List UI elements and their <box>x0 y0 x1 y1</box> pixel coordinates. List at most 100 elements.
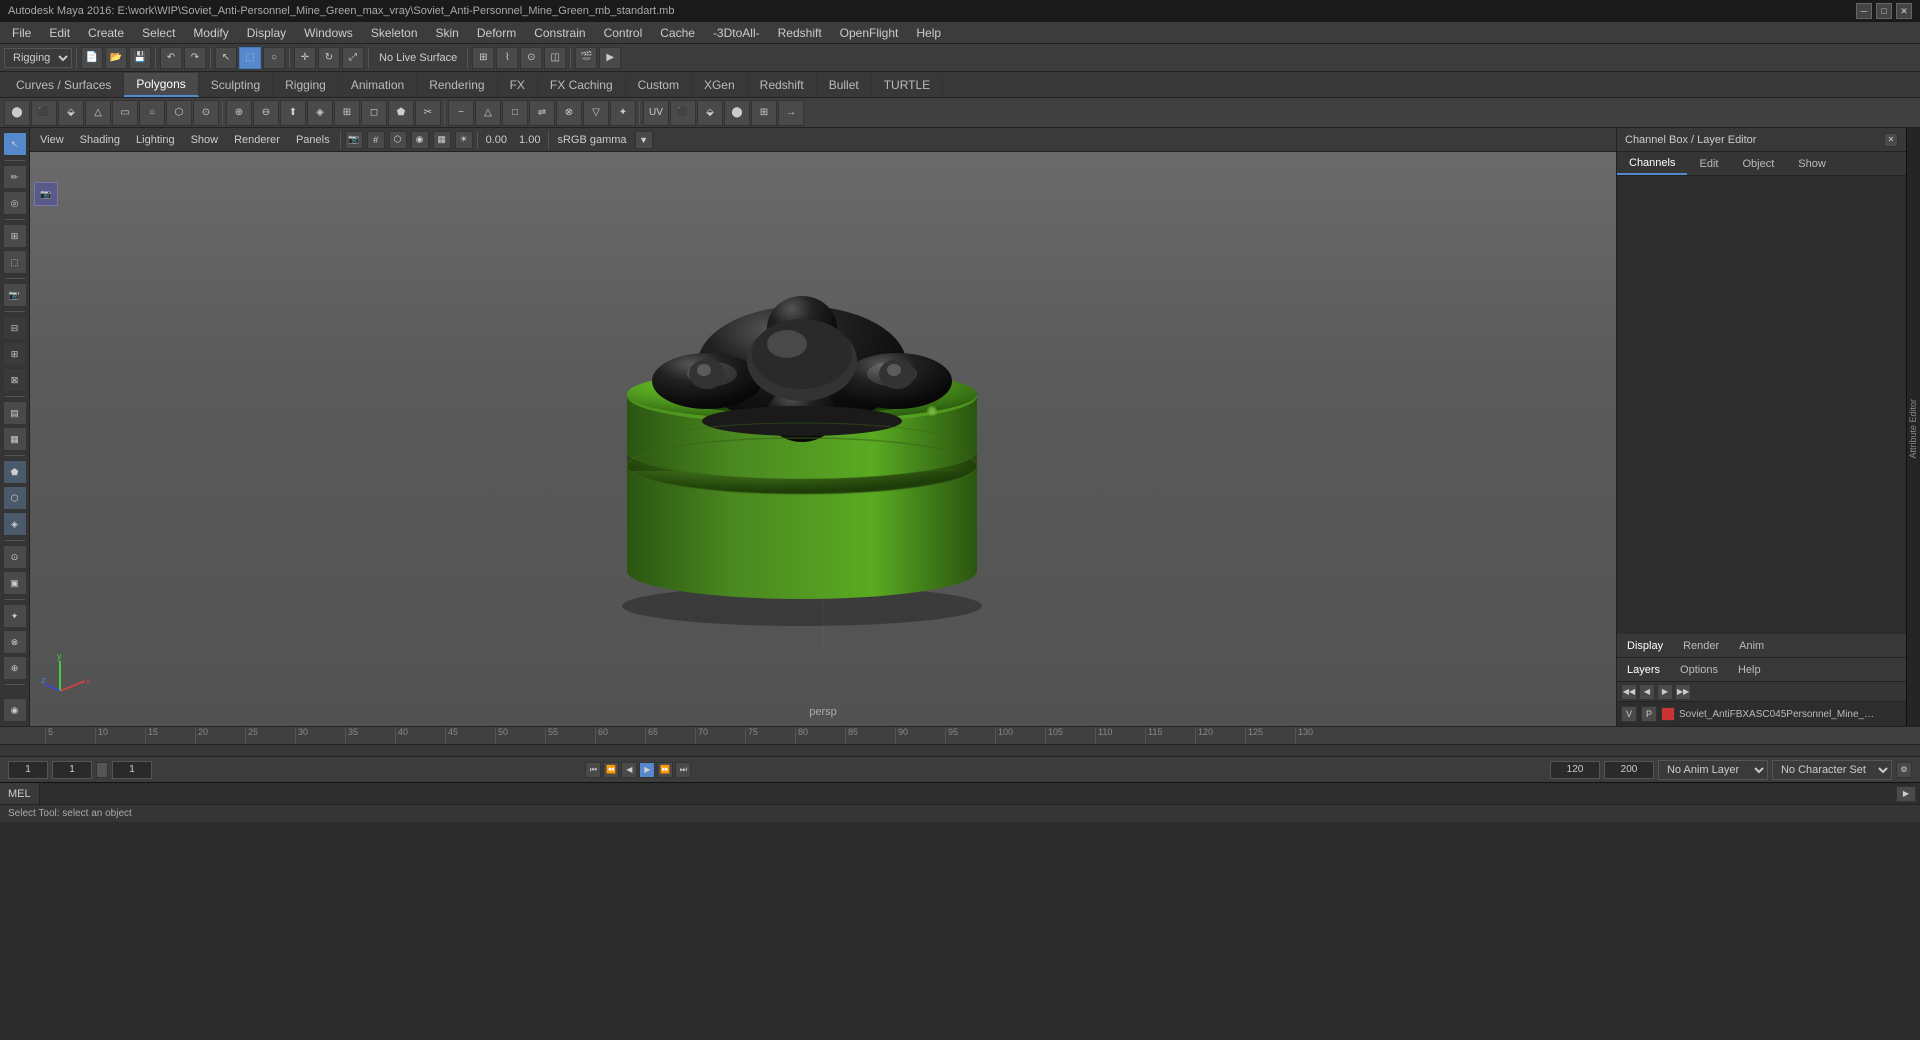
select-tool-left[interactable]: ↖ <box>3 132 27 156</box>
left-btn-h[interactable]: ◈ <box>3 512 27 536</box>
layer-nav-end[interactable]: ▶▶ <box>1675 684 1691 700</box>
menu-select[interactable]: Select <box>134 24 183 42</box>
left-btn-e[interactable]: ▦ <box>3 427 27 451</box>
range-end-input[interactable] <box>1550 761 1600 779</box>
menu-constrain[interactable]: Constrain <box>526 24 593 42</box>
vp-grid-btn[interactable]: # <box>367 131 385 149</box>
select-highlight-button[interactable]: ⬚ <box>239 47 261 69</box>
character-set-select[interactable]: No Character Set <box>1772 760 1892 780</box>
snap-curve-button[interactable]: ⌇ <box>496 47 518 69</box>
vp-menu-renderer[interactable]: Renderer <box>228 132 286 148</box>
vp-menu-shading[interactable]: Shading <box>74 132 126 148</box>
menu-openflight[interactable]: OpenFlight <box>832 24 907 42</box>
shelf-extrude[interactable]: ⬆ <box>280 100 306 126</box>
layer-playback[interactable]: P <box>1641 706 1657 722</box>
tab-xgen[interactable]: XGen <box>692 74 748 96</box>
left-btn-m[interactable]: ⊕ <box>3 656 27 680</box>
left-btn-a[interactable]: ⊟ <box>3 316 27 340</box>
shelf-bridge[interactable]: ⊞ <box>334 100 360 126</box>
scale-button[interactable]: ⤢ <box>342 47 364 69</box>
current-frame-input[interactable] <box>8 761 48 779</box>
left-btn-d[interactable]: ▤ <box>3 401 27 425</box>
left-btn-i[interactable]: ⊙ <box>3 545 27 569</box>
tab-custom[interactable]: Custom <box>626 74 692 96</box>
cmd-input-field[interactable] <box>40 783 1896 804</box>
shelf-spherical-map[interactable]: ⬤ <box>724 100 750 126</box>
tab-turtle[interactable]: TURTLE <box>872 74 943 96</box>
shelf-separate[interactable]: ⊖ <box>253 100 279 126</box>
panel-close-btn[interactable]: ✕ <box>1884 133 1898 147</box>
menu-control[interactable]: Control <box>596 24 651 42</box>
shelf-split[interactable]: ✂ <box>415 100 441 126</box>
shelf-cylindrical-map[interactable]: ⬙ <box>697 100 723 126</box>
play-forward-button[interactable]: ▶ <box>639 762 655 778</box>
shelf-cleanup[interactable]: ✦ <box>610 100 636 126</box>
undo-button[interactable]: ↶ <box>160 47 182 69</box>
menu-skin[interactable]: Skin <box>428 24 467 42</box>
rotate-button[interactable]: ↻ <box>318 47 340 69</box>
step-forward-button[interactable]: ⏩ <box>657 762 673 778</box>
layer-visibility[interactable]: V <box>1621 706 1637 722</box>
shelf-smooth[interactable]: ~ <box>448 100 474 126</box>
timeline-ruler[interactable]: 5101520253035404550556065707580859095100… <box>0 727 1920 745</box>
menu-file[interactable]: File <box>4 24 39 42</box>
shelf-fill-hole[interactable]: ◻ <box>361 100 387 126</box>
shelf-reduce[interactable]: ▽ <box>583 100 609 126</box>
left-btn-f[interactable]: ⬟ <box>3 460 27 484</box>
layer-nav-start[interactable]: ◀◀ <box>1621 684 1637 700</box>
render-button[interactable]: 🎬 <box>575 47 597 69</box>
preferences-button[interactable]: ⚙ <box>1896 762 1912 778</box>
camera-tool[interactable]: 📷 <box>3 283 27 307</box>
shelf-uv-editor[interactable]: UV <box>643 100 669 126</box>
menu-edit[interactable]: Edit <box>41 24 78 42</box>
cmd-exec-button[interactable]: ▶ <box>1896 786 1916 802</box>
redo-button[interactable]: ↷ <box>184 47 206 69</box>
shelf-cylinder[interactable]: ⬙ <box>58 100 84 126</box>
vp-light-btn[interactable]: ☀ <box>455 131 473 149</box>
save-scene-button[interactable]: 💾 <box>129 47 151 69</box>
menu-windows[interactable]: Windows <box>296 24 361 42</box>
left-btn-g[interactable]: ⬡ <box>3 486 27 510</box>
shelf-sphere[interactable]: ⬤ <box>4 100 30 126</box>
tab-rendering[interactable]: Rendering <box>417 74 497 96</box>
vp-smooth-btn[interactable]: ◉ <box>411 131 429 149</box>
shelf-quadrangulate[interactable]: □ <box>502 100 528 126</box>
tab-animation[interactable]: Animation <box>339 74 417 96</box>
new-scene-button[interactable]: 📄 <box>81 47 103 69</box>
layer-color-swatch[interactable] <box>1661 707 1675 721</box>
open-scene-button[interactable]: 📂 <box>105 47 127 69</box>
lt-tab-anim[interactable]: Anim <box>1729 636 1774 656</box>
left-btn-k[interactable]: ✦ <box>3 604 27 628</box>
rp-tab-channels[interactable]: Channels <box>1617 153 1687 175</box>
select-tool-button[interactable]: ↖ <box>215 47 237 69</box>
region-select[interactable]: ⬚ <box>3 250 27 274</box>
menu-modify[interactable]: Modify <box>185 24 236 42</box>
menu-3dtoall[interactable]: -3DtoAll- <box>705 24 768 42</box>
tab-bullet[interactable]: Bullet <box>817 74 872 96</box>
cmd-lang-label[interactable]: MEL <box>0 783 40 804</box>
shelf-plane[interactable]: ▭ <box>112 100 138 126</box>
go-end-button[interactable]: ⏭ <box>675 762 691 778</box>
step-back-button[interactable]: ⏪ <box>603 762 619 778</box>
shelf-boolean[interactable]: ⊗ <box>556 100 582 126</box>
menu-redshift[interactable]: Redshift <box>770 24 830 42</box>
vp-menu-view[interactable]: View <box>34 132 70 148</box>
left-btn-c[interactable]: ⊠ <box>3 368 27 392</box>
shelf-automatic-map[interactable]: ⊞ <box>751 100 777 126</box>
layer-nav-next[interactable]: ▶ <box>1657 684 1673 700</box>
rp-tab-object[interactable]: Object <box>1730 154 1786 174</box>
left-btn-b[interactable]: ⊞ <box>3 342 27 366</box>
shelf-mirror[interactable]: ⇌ <box>529 100 555 126</box>
lt-tab-display[interactable]: Display <box>1617 636 1673 656</box>
shelf-triangulate[interactable]: △ <box>475 100 501 126</box>
shelf-bevel[interactable]: ◈ <box>307 100 333 126</box>
left-btn-l[interactable]: ⊗ <box>3 630 27 654</box>
menu-create[interactable]: Create <box>80 24 132 42</box>
menu-cache[interactable]: Cache <box>652 24 703 42</box>
anim-layer-select[interactable]: No Anim Layer <box>1658 760 1768 780</box>
rp-tab-edit[interactable]: Edit <box>1687 154 1730 174</box>
ct-tab-layers[interactable]: Layers <box>1617 660 1670 680</box>
minimize-button[interactable]: ─ <box>1856 3 1872 19</box>
snap-grid-button[interactable]: ⊞ <box>472 47 494 69</box>
shelf-cube[interactable]: ⬛ <box>31 100 57 126</box>
